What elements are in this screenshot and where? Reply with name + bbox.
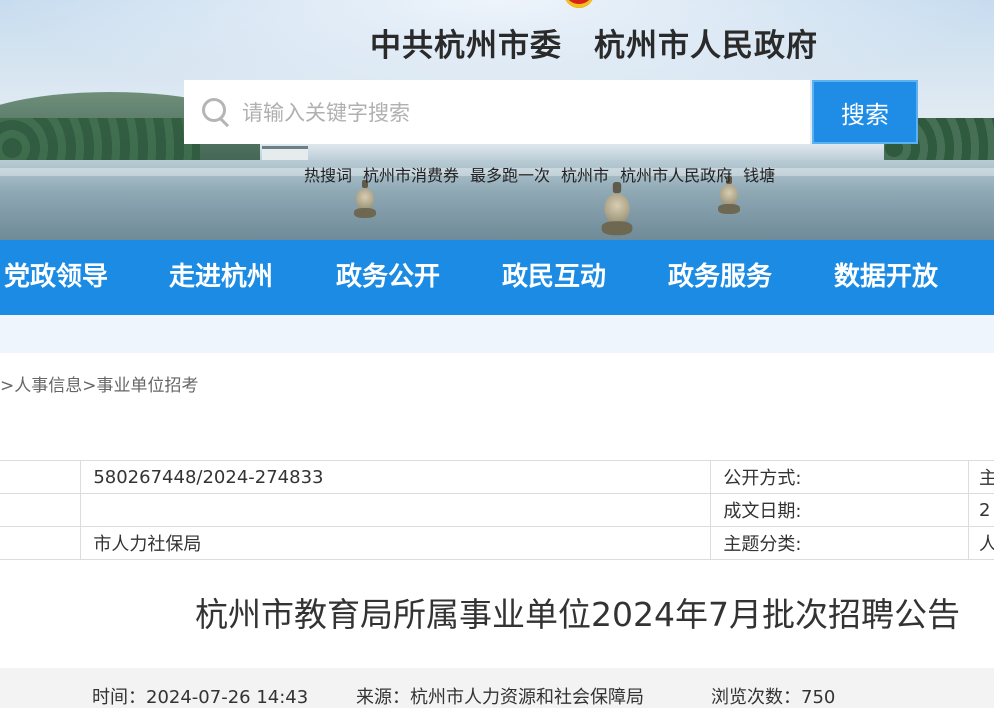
table-cell <box>0 494 81 527</box>
nav-item-about-hangzhou[interactable]: 走进杭州 <box>169 240 273 315</box>
table-row: 成文日期: 2 <box>0 494 994 527</box>
article-source: 来源：杭州市人力资源和社会保障局 <box>356 683 644 709</box>
hotword-link[interactable]: 杭州市消费券 <box>363 166 459 185</box>
view-count: 浏览次数：750 <box>711 683 835 709</box>
index-number-value: 580267448/2024-274833 <box>81 461 711 494</box>
search-button[interactable]: 搜索 <box>812 80 918 144</box>
topic-category-value: 人 <box>969 527 994 560</box>
publish-method-label: 公开方式: <box>711 461 969 494</box>
document-info-table: 580267448/2024-274833 公开方式: 主 成文日期: 2 市人… <box>0 460 994 560</box>
header-banner: 中共杭州市委 杭州市人民政府 搜索 热搜词杭州市消费券最多跑一次杭州市杭州市人民… <box>0 0 994 240</box>
breadcrumb-separator: > <box>82 376 96 396</box>
topic-category-label: 主题分类: <box>711 527 969 560</box>
search-icon <box>202 98 226 122</box>
breadcrumb-link-recruitment[interactable]: 事业单位招考 <box>97 376 199 396</box>
table-row: 580267448/2024-274833 公开方式: 主 <box>0 461 994 494</box>
breadcrumb: >人事信息>事业单位招考 <box>0 371 199 396</box>
nav-item-interaction[interactable]: 政民互动 <box>502 240 606 315</box>
hotwords-label: 热搜词 <box>304 166 352 185</box>
hotword-link[interactable]: 钱塘 <box>743 166 775 185</box>
nav-item-services[interactable]: 政务服务 <box>668 240 772 315</box>
publish-method-value: 主 <box>969 461 994 494</box>
search-input[interactable] <box>240 90 784 136</box>
breadcrumb-link-personnel[interactable]: 人事信息 <box>14 376 82 396</box>
search-box[interactable] <box>184 80 810 144</box>
table-cell <box>0 461 81 494</box>
hotwords-bar: 热搜词杭州市消费券最多跑一次杭州市杭州市人民政府钱塘 <box>304 162 786 186</box>
nav-item-gov-affairs[interactable]: 政务公开 <box>336 240 440 315</box>
hotword-link[interactable]: 杭州市人民政府 <box>620 166 732 185</box>
article-title: 杭州市教育局所属事业单位2024年7月批次招聘公告 <box>0 588 994 636</box>
sub-nav-bar <box>0 315 994 353</box>
breadcrumb-separator: > <box>0 376 14 396</box>
table-row: 市人力社保局 主题分类: 人 <box>0 527 994 560</box>
nav-item-open-data[interactable]: 数据开放 <box>834 240 938 315</box>
stone-pagoda-image <box>602 182 633 238</box>
issuing-agency-value: 市人力社保局 <box>81 527 711 560</box>
main-nav: 党政领导 走进杭州 政务公开 政民互动 政务服务 数据开放 <box>0 240 994 315</box>
issue-date-label: 成文日期: <box>711 494 969 527</box>
doc-number-value <box>81 494 711 527</box>
hotword-link[interactable]: 杭州市 <box>561 166 609 185</box>
table-cell <box>0 527 81 560</box>
publish-time: 时间：2024-07-26 14:43 <box>92 683 308 709</box>
issue-date-value: 2 <box>969 494 994 527</box>
hotword-link[interactable]: 最多跑一次 <box>470 166 550 185</box>
site-title: 中共杭州市委 杭州市人民政府 <box>370 20 818 65</box>
nav-item-leadership[interactable]: 党政领导 <box>4 240 108 315</box>
stone-pagoda-image <box>354 180 376 220</box>
article-meta-bar: 时间：2024-07-26 14:43 来源：杭州市人力资源和社会保障局 浏览次… <box>0 668 994 708</box>
